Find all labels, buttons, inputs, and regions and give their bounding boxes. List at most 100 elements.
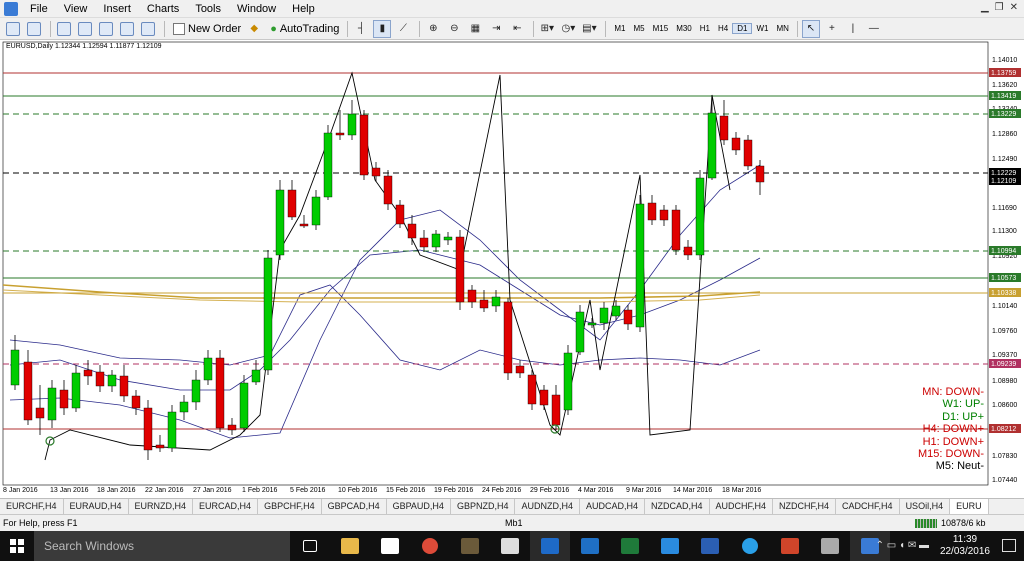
candle-body [515, 365, 525, 374]
powerpoint-button[interactable] [770, 531, 810, 561]
tester-button[interactable] [139, 20, 157, 38]
menu-insert[interactable]: Insert [95, 3, 139, 15]
store-button[interactable] [370, 531, 410, 561]
data-window-button[interactable] [76, 20, 94, 38]
periods-button[interactable]: ◷▾ [559, 20, 577, 38]
market-watch-button[interactable] [55, 20, 73, 38]
menu-window[interactable]: Window [229, 3, 284, 15]
chart-tab[interactable]: AUDCHF,H4 [710, 499, 774, 514]
chart-tab[interactable]: EURCAD,H4 [193, 499, 259, 514]
metaeditor-button[interactable]: ◆ [245, 20, 263, 38]
task-view-button[interactable] [290, 531, 330, 561]
chart-tab[interactable]: USOil,H4 [900, 499, 951, 514]
cursor-button[interactable]: ↖ [801, 19, 820, 38]
menu-charts[interactable]: Charts [139, 3, 187, 15]
indicators-button[interactable]: ⊞▾ [538, 20, 556, 38]
menu-view[interactable]: View [56, 3, 96, 15]
level-label: 1.10994 [991, 248, 1016, 255]
vertical-line-button[interactable]: | [844, 20, 862, 38]
navigator-button[interactable] [97, 20, 115, 38]
cursor-icon: ↖ [806, 23, 816, 34]
terminal-button[interactable] [118, 20, 136, 38]
notes-button[interactable] [810, 531, 850, 561]
candle-body [659, 209, 669, 221]
templates-button[interactable]: ▤▾ [580, 20, 598, 38]
candle-body [623, 309, 633, 325]
chart-tab[interactable]: GBPAUD,H4 [387, 499, 451, 514]
chrome-button[interactable] [410, 531, 450, 561]
profiles-button[interactable] [25, 20, 43, 38]
app-button[interactable] [450, 531, 490, 561]
new-order-button[interactable]: New Order [169, 22, 245, 35]
notifications-icon[interactable] [1002, 539, 1016, 552]
candle-body [719, 115, 729, 141]
chart-tab[interactable]: EURU [950, 499, 989, 514]
minimize-icon[interactable]: ▁ [981, 2, 989, 13]
chart-tab[interactable]: GBPCHF,H4 [258, 499, 322, 514]
candle-body [467, 289, 477, 303]
chart-tab[interactable]: EURNZD,H4 [129, 499, 194, 514]
candle-body [287, 189, 297, 218]
outlook-button[interactable] [570, 531, 610, 561]
tile-windows-button[interactable]: ▦ [466, 20, 484, 38]
menu-file[interactable]: File [22, 3, 56, 15]
templates-icon: ▤▾ [582, 23, 597, 34]
candle-body [251, 369, 261, 383]
menu-help[interactable]: Help [284, 3, 323, 15]
line-chart-button[interactable]: ⟋ [394, 20, 412, 38]
candlestick-button[interactable]: ▮ [373, 19, 392, 38]
chart-tab[interactable]: GBPNZD,H4 [451, 499, 516, 514]
horizontal-line-button[interactable]: — [865, 20, 883, 38]
bar-chart-button[interactable]: ┤ [352, 20, 370, 38]
menu-tools[interactable]: Tools [187, 3, 229, 15]
chart-tab[interactable]: EURCHF,H4 [0, 499, 64, 514]
trend-item: MN: DOWN- [922, 386, 984, 398]
timeframe-h4[interactable]: H4 [714, 24, 732, 33]
timeframe-m1[interactable]: M1 [610, 24, 629, 33]
timeframe-m15[interactable]: M15 [649, 24, 673, 33]
zoom-out-button[interactable]: ⊖ [445, 20, 463, 38]
start-button[interactable] [0, 531, 34, 561]
vertical-line-icon: | [851, 23, 855, 34]
chart-tab[interactable]: AUDNZD,H4 [515, 499, 580, 514]
close-icon[interactable]: ✕ [1010, 2, 1018, 13]
timeframe-h1[interactable]: H1 [696, 24, 714, 33]
chart-shift-button[interactable]: ⇤ [508, 20, 526, 38]
taskbar-clock[interactable]: 11:39 22/03/2016 [940, 534, 990, 558]
metaeditor-icon: ◆ [250, 23, 259, 34]
z-app-button[interactable] [530, 531, 570, 561]
timeframe-m5[interactable]: M5 [630, 24, 649, 33]
ie-button[interactable] [730, 531, 770, 561]
chart-tab[interactable]: NZDCAD,H4 [645, 499, 710, 514]
chart-tab[interactable]: NZDCHF,H4 [773, 499, 837, 514]
restore-icon[interactable]: ❐ [995, 2, 1004, 13]
chart-tab[interactable]: EURAUD,H4 [64, 499, 129, 514]
chart-window[interactable]: 1.140101.136201.132401.128601.124901.121… [0, 40, 1024, 498]
word-icon [701, 538, 719, 554]
trend-item: M5: Neut- [935, 460, 984, 473]
chart-tab[interactable]: AUDCAD,H4 [580, 499, 645, 514]
price-chart[interactable]: 1.140101.136201.132401.128601.124901.121… [0, 40, 1024, 498]
auto-scroll-button[interactable]: ⇥ [487, 20, 505, 38]
autotrading-icon: ● [270, 22, 277, 35]
crosshair-button[interactable]: + [823, 20, 841, 38]
timeframe-w1[interactable]: W1 [752, 24, 772, 33]
dropbox-button[interactable] [650, 531, 690, 561]
taskbar-search-box[interactable]: Search Windows [34, 531, 290, 561]
new-chart-button[interactable] [4, 20, 22, 38]
timeframe-d1[interactable]: D1 [732, 23, 753, 34]
timeframe-m30[interactable]: M30 [672, 24, 696, 33]
crosshair-icon [78, 21, 92, 36]
timeframe-mn[interactable]: MN [772, 24, 792, 33]
zoom-in-button[interactable]: ⊕ [424, 20, 442, 38]
word-button[interactable] [690, 531, 730, 561]
status-traffic: 10878/6 kb [941, 518, 986, 528]
file-explorer-button[interactable] [330, 531, 370, 561]
calculator-button[interactable] [490, 531, 530, 561]
chart-tab[interactable]: GBPCAD,H4 [322, 499, 387, 514]
chart-tab[interactable]: CADCHF,H4 [836, 499, 900, 514]
autotrading-button[interactable]: ● AutoTrading [266, 23, 343, 35]
candle-body [683, 246, 693, 256]
candle-body [743, 139, 753, 167]
excel-button[interactable] [610, 531, 650, 561]
